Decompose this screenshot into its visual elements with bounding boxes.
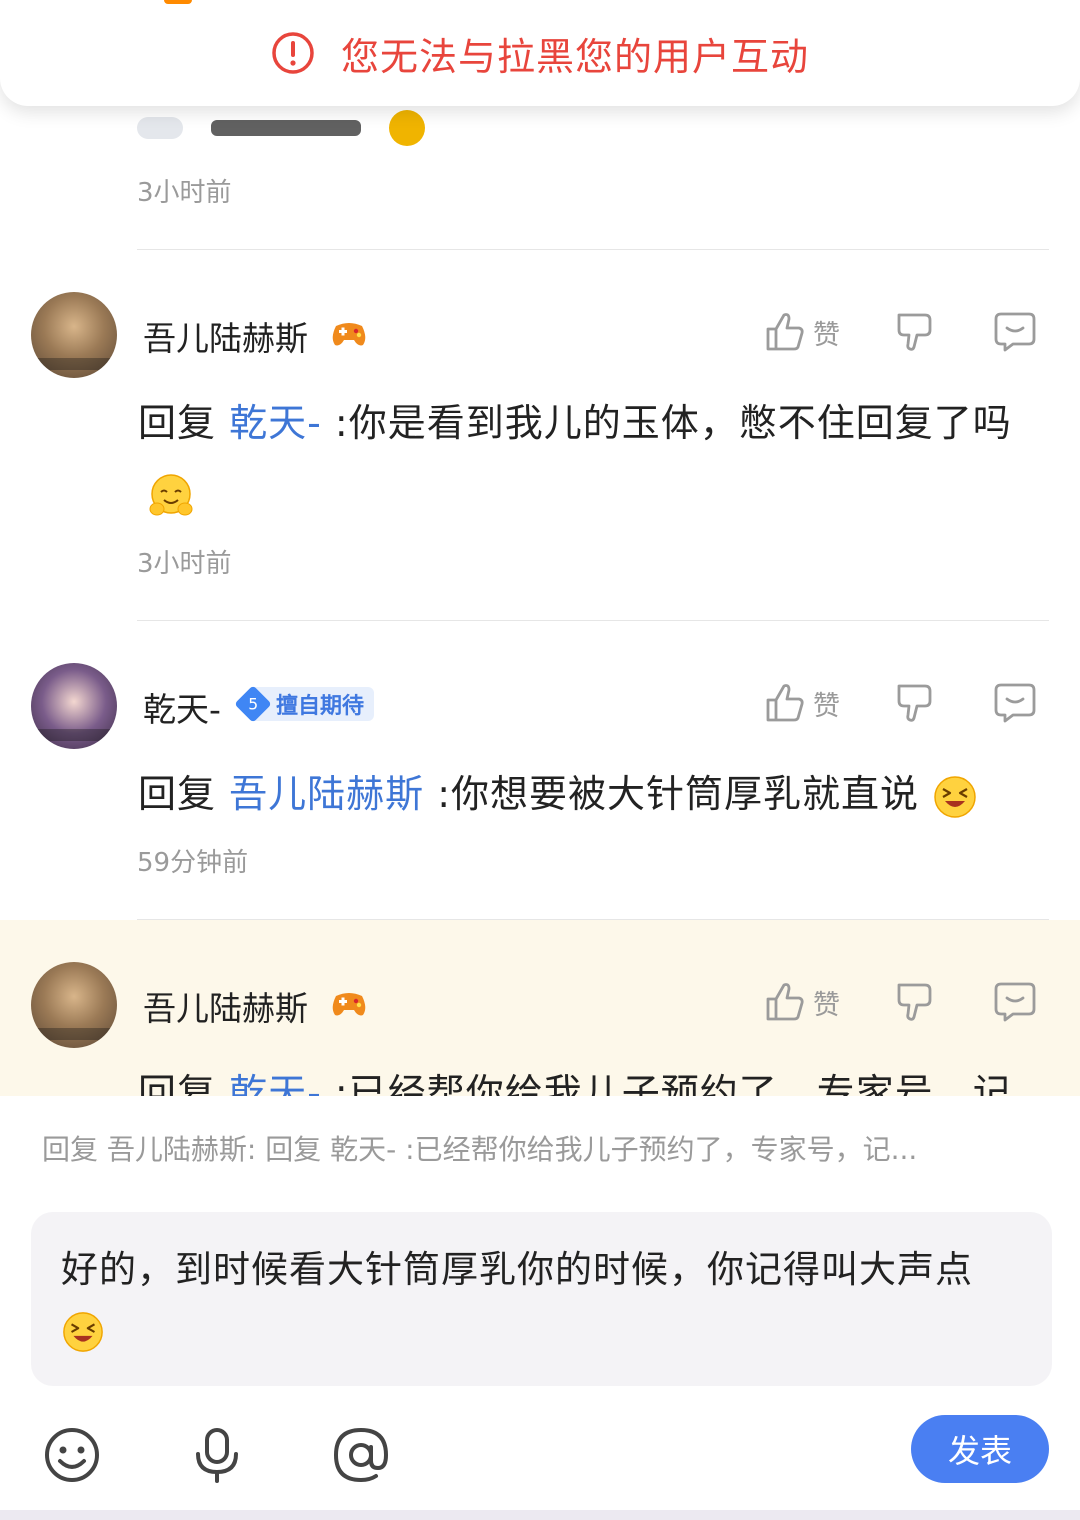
comment-actions: 赞 xyxy=(765,980,1037,1024)
partial-emoji xyxy=(389,110,425,146)
comment-text: :已经帮你给我儿子预约了，专家号，记 xyxy=(334,1071,1012,1096)
comment-time: 59分钟前 xyxy=(137,848,249,878)
reply-bubble-icon[interactable] xyxy=(993,981,1037,1023)
status-indicator xyxy=(164,0,192,4)
comment-text: :你想要被大针筒厚乳就直说 xyxy=(437,772,920,816)
comment-text: :你是看到我儿的玉体，憋不住回复了吗 xyxy=(334,401,1012,445)
comment-time: 3小时前 xyxy=(137,549,232,579)
reply-bubble-icon[interactable] xyxy=(993,311,1037,353)
alert-circle-icon xyxy=(272,32,314,74)
like-button[interactable]: 赞 xyxy=(765,682,840,724)
divider xyxy=(137,919,1049,920)
toast-message: 您无法与拉黑您的用户互动 xyxy=(340,34,809,79)
comment-thread: 3小时前 吾儿陆赫斯 赞 回复 乾天-:你是看到我儿的玉体，憋不住回复了吗 3… xyxy=(0,0,1080,1096)
thumbs-down-icon[interactable] xyxy=(895,980,935,1024)
emoji-icon[interactable] xyxy=(43,1426,101,1484)
user-badge[interactable]: 5 擅自期待 xyxy=(234,685,375,723)
comment-body: 回复 乾天- :已经帮你给我儿子预约了，专家号，记 xyxy=(138,1058,1048,1096)
mention-link[interactable]: 乾天- xyxy=(229,401,322,445)
thumbs-up-icon xyxy=(766,684,804,722)
mention-link[interactable]: 乾天- xyxy=(229,1071,322,1096)
reply-input[interactable]: 好的，到时候看大针筒厚乳你的时候，你记得叫大声点 xyxy=(31,1212,1052,1386)
comment-username[interactable]: 吾儿陆赫斯 xyxy=(143,982,308,1030)
reply-target-hint: 回复 吾儿陆赫斯: 回复 乾天- :已经帮你给我儿子预约了，专家号，记... xyxy=(42,1133,918,1166)
reply-bubble-icon[interactable] xyxy=(993,682,1037,724)
badge-level: 5 xyxy=(234,685,272,723)
reply-prefix: 回复 xyxy=(138,401,217,445)
like-button[interactable]: 赞 xyxy=(765,311,840,353)
badge-text: 擅自期待 xyxy=(276,694,365,719)
hug-emoji-icon xyxy=(149,473,193,515)
reply-prefix: 回复 xyxy=(138,772,217,816)
mention-link[interactable]: 吾儿陆赫斯 xyxy=(229,772,424,816)
alert-toast: 您无法与拉黑您的用户互动 xyxy=(0,0,1080,106)
partial-text xyxy=(211,120,361,136)
comment-username[interactable]: 吾儿陆赫斯 xyxy=(143,312,308,360)
send-button[interactable]: 发表 xyxy=(911,1415,1049,1483)
watermark: 百诸中库 xyxy=(925,1482,1005,1506)
bottom-edge xyxy=(0,1510,1080,1520)
divider xyxy=(137,249,1049,250)
game-controller-icon xyxy=(332,993,366,1016)
thumbs-up-icon xyxy=(766,983,804,1021)
draft-text[interactable]: 好的，到时候看大针筒厚乳你的时候，你记得叫大声点 xyxy=(61,1240,1021,1360)
comment-actions: 赞 xyxy=(765,681,1037,725)
thumbs-up-icon xyxy=(766,313,804,351)
like-label: 赞 xyxy=(813,989,840,1021)
like-label: 赞 xyxy=(813,319,840,351)
partial-emoji xyxy=(137,117,183,139)
comment-username[interactable]: 乾天- xyxy=(143,683,221,731)
like-button[interactable]: 赞 xyxy=(765,981,840,1023)
thumbs-down-icon[interactable] xyxy=(895,681,935,725)
comment-actions: 赞 xyxy=(765,310,1037,354)
avatar[interactable] xyxy=(31,663,117,749)
divider xyxy=(137,620,1049,621)
thumbs-down-icon[interactable] xyxy=(895,310,935,354)
laughing-emoji-icon xyxy=(934,775,976,818)
previous-comment-time: 3小时前 xyxy=(137,178,232,208)
at-sign-icon[interactable] xyxy=(332,1426,390,1484)
comment-body: 回复 吾儿陆赫斯 :你想要被大针筒厚乳就直说 xyxy=(138,759,1048,829)
like-label: 赞 xyxy=(813,690,840,722)
laughing-emoji-icon xyxy=(63,1311,103,1352)
avatar[interactable] xyxy=(31,292,117,378)
avatar[interactable] xyxy=(31,962,117,1048)
comment-body: 回复 乾天- :你是看到我儿的玉体，憋不住回复了吗 xyxy=(138,388,1048,528)
game-controller-icon xyxy=(332,323,366,346)
microphone-icon[interactable] xyxy=(188,1426,246,1484)
previous-comment-partial xyxy=(137,108,425,148)
reply-prefix: 回复 xyxy=(138,1071,217,1096)
